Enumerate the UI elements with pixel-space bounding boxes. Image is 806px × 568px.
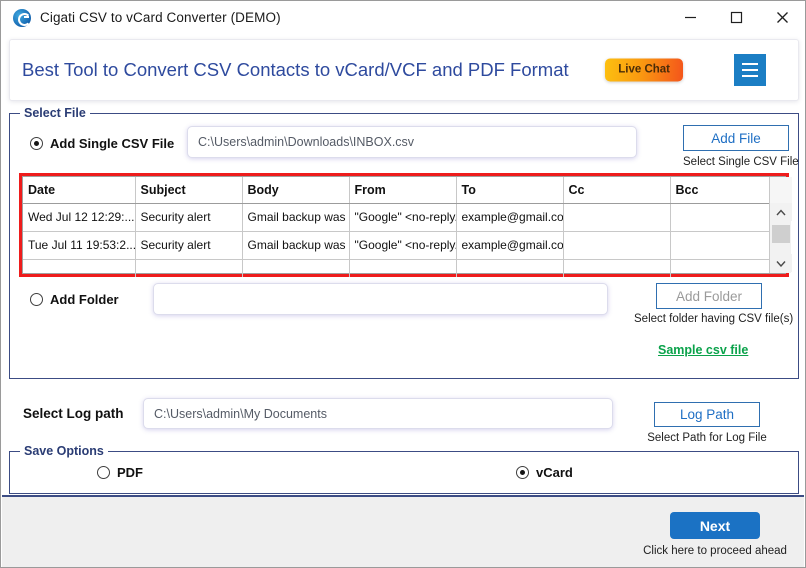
title-bar: Cigati CSV to vCard Converter (DEMO): [1, 1, 805, 34]
sample-csv-file-link[interactable]: Sample csv file: [658, 343, 748, 357]
radio-vcard-label: vCard: [536, 465, 573, 480]
next-button[interactable]: Next: [670, 512, 760, 539]
radio-folder-label: Add Folder: [50, 292, 119, 307]
window-title: Cigati CSV to vCard Converter (DEMO): [40, 10, 281, 25]
cell-cc: [563, 203, 671, 232]
select-file-legend: Select File: [20, 106, 90, 120]
cigati-logo-icon: [13, 8, 31, 27]
log-path-input[interactable]: C:\Users\admin\My Documents: [143, 398, 613, 429]
cell-date: Tue Jul 11 19:53:2...: [23, 231, 136, 260]
minimize-button[interactable]: [667, 1, 713, 34]
col-header-from[interactable]: From: [349, 177, 457, 204]
radio-pdf-label: PDF: [117, 465, 143, 480]
col-header-date[interactable]: Date: [23, 177, 136, 204]
scrollbar-thumb[interactable]: [772, 225, 790, 243]
radio-folder-indicator: [30, 293, 43, 306]
chevron-down-icon[interactable]: [770, 254, 792, 272]
cell-to: example@gmail.com: [456, 231, 564, 260]
window-controls: [667, 1, 805, 34]
app-window: Cigati CSV to vCard Converter (DEMO) Bes…: [0, 0, 806, 568]
col-header-bcc[interactable]: Bcc: [670, 177, 769, 204]
hamburger-menu-icon[interactable]: [734, 54, 766, 86]
col-header-to[interactable]: To: [456, 177, 564, 204]
radio-add-folder[interactable]: Add Folder: [30, 292, 119, 307]
table-row[interactable]: Tue Jul 11 19:53:2... Security alert Gma…: [23, 231, 769, 260]
grid-vertical-scrollbar[interactable]: [769, 177, 792, 273]
next-button-hint: Click here to proceed ahead: [643, 545, 787, 557]
add-file-hint: Select Single CSV File: [683, 156, 799, 168]
cell-body: Gmail backup was g...: [242, 231, 350, 260]
grid-inner: Date Subject Body From To Cc Bcc Wed Jul…: [22, 176, 792, 277]
radio-vcard-indicator: [516, 466, 529, 479]
cell-date: Wed Jul 12 12:29:...: [23, 203, 136, 232]
cell-subject: Security alert: [135, 231, 243, 260]
footer-panel: Next Click here to proceed ahead: [2, 495, 804, 567]
cell-bcc: [670, 203, 769, 232]
live-chat-button[interactable]: Live Chat: [605, 58, 683, 82]
radio-save-pdf[interactable]: PDF: [97, 465, 143, 480]
add-folder-hint: Select folder having CSV file(s): [634, 313, 794, 325]
folder-path-input[interactable]: [153, 283, 608, 315]
chevron-up-icon[interactable]: [770, 203, 792, 221]
log-path-label: Select Log path: [23, 406, 124, 421]
col-header-subject[interactable]: Subject: [135, 177, 243, 204]
table-header-row: Date Subject Body From To Cc Bcc: [23, 177, 769, 204]
csv-table: Date Subject Body From To Cc Bcc Wed Jul…: [23, 177, 769, 277]
add-file-button[interactable]: Add File: [683, 125, 789, 151]
log-path-button[interactable]: Log Path: [654, 402, 760, 427]
cell-to: example@gmail.com: [456, 203, 564, 232]
radio-add-single-csv-file[interactable]: Add Single CSV File: [30, 136, 174, 151]
radio-pdf-indicator: [97, 466, 110, 479]
single-file-path-input[interactable]: C:\Users\admin\Downloads\INBOX.csv: [187, 126, 637, 158]
csv-preview-grid: Date Subject Body From To Cc Bcc Wed Jul…: [19, 173, 792, 277]
cell-cc: [563, 231, 671, 260]
radio-single-file-label: Add Single CSV File: [50, 136, 175, 151]
table-row-empty: [23, 259, 769, 277]
radio-save-vcard[interactable]: vCard: [516, 465, 573, 480]
cell-bcc: [670, 231, 769, 260]
add-folder-button[interactable]: Add Folder: [656, 283, 762, 309]
cell-subject: Security alert: [135, 203, 243, 232]
save-options-legend: Save Options: [20, 444, 108, 458]
col-header-cc[interactable]: Cc: [563, 177, 671, 204]
cell-from: "Google" <no-reply...: [349, 203, 457, 232]
cell-from: "Google" <no-reply...: [349, 231, 457, 260]
maximize-button[interactable]: [713, 1, 759, 34]
close-button[interactable]: [759, 1, 805, 34]
banner-headline: Best Tool to Convert CSV Contacts to vCa…: [22, 59, 569, 80]
col-header-body[interactable]: Body: [242, 177, 350, 204]
promo-banner: Best Tool to Convert CSV Contacts to vCa…: [9, 39, 799, 101]
cell-body: Gmail backup was g...: [242, 203, 350, 232]
radio-single-file-indicator: [30, 137, 43, 150]
scrollbar-cap: [770, 177, 792, 203]
table-row[interactable]: Wed Jul 12 12:29:... Security alert Gmai…: [23, 203, 769, 232]
log-path-hint: Select Path for Log File: [647, 432, 767, 444]
